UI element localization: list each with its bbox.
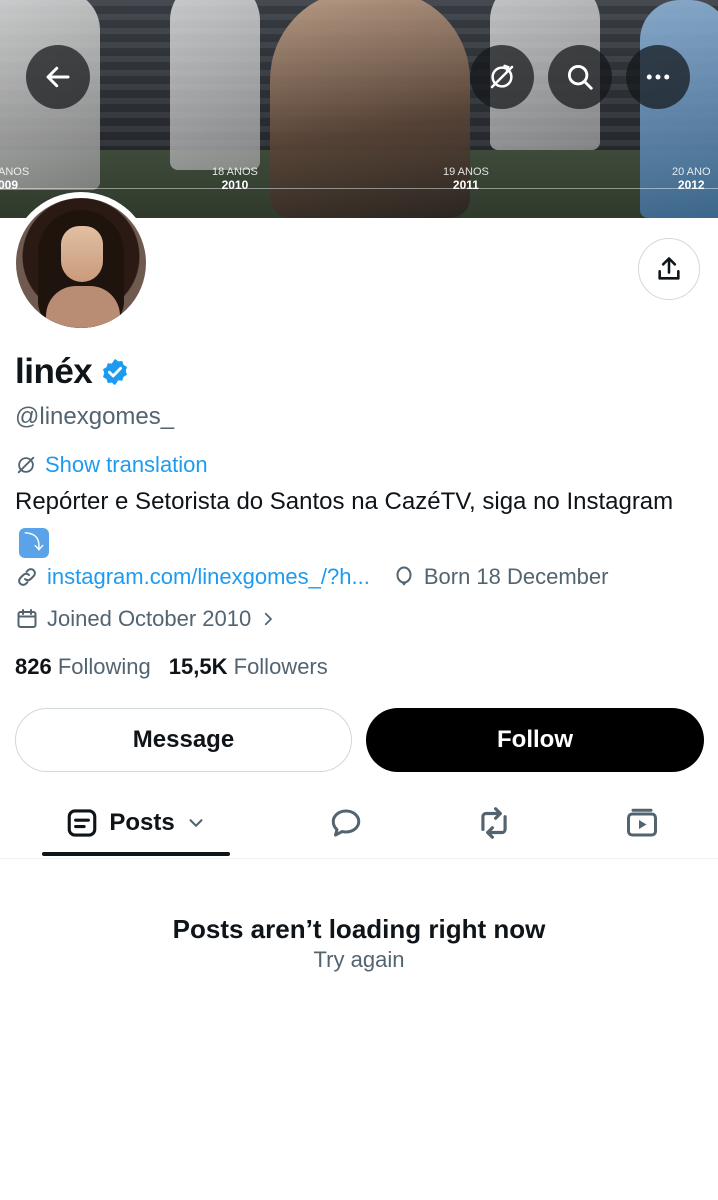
profile-meta-row: instagram.com/linexgomes_/?h... Born 18 … [15, 564, 608, 590]
chevron-down-icon [189, 819, 203, 827]
banner-player-figure [170, 0, 260, 170]
posts-icon [68, 809, 97, 837]
joined-text: Joined October 2010 [47, 606, 252, 631]
banner-year-label: 18 ANOS 2010 [212, 166, 258, 192]
banner-player-figure [270, 0, 470, 218]
following-stat[interactable]: 826 Following [15, 654, 151, 680]
chevron-right-icon [265, 612, 273, 626]
banner-year-text: 2010 [221, 178, 249, 192]
translate-button[interactable] [470, 45, 534, 109]
more-icon [646, 74, 670, 80]
tab-posts-label: Posts [109, 809, 175, 836]
replies-icon [331, 809, 361, 837]
followers-label: Followers [233, 654, 328, 679]
banner-year-label: 19 ANOS 2011 [443, 166, 489, 192]
back-button[interactable] [26, 45, 90, 109]
birthday-text: Born 18 December [423, 564, 609, 589]
tab-media[interactable] [614, 790, 670, 856]
banner-year-text: 2011 [452, 178, 479, 192]
share-button[interactable] [638, 238, 700, 300]
feed-error-title: Posts aren’t loading right now [172, 914, 546, 944]
banner-year-text: 2012 [677, 178, 705, 192]
banner-age-text: 20 ANO [672, 166, 711, 178]
avatar-face [61, 226, 103, 282]
search-icon [567, 64, 593, 90]
following-label: Following [57, 654, 151, 679]
following-count: 826 [15, 654, 52, 679]
banner-year-text: 009 [0, 178, 19, 192]
tab-reposts[interactable] [466, 790, 522, 856]
tab-replies[interactable] [318, 790, 374, 856]
arrow-left-icon [46, 66, 70, 88]
show-translation-label: Show translation [45, 452, 208, 477]
banner-year-label: 20 ANO 2012 [672, 166, 711, 192]
followers-stat[interactable]: 15,5K Followers [169, 654, 328, 680]
profile-name-row: linéx [15, 352, 130, 392]
profile-link[interactable]: instagram.com/linexgomes_/?h... [47, 564, 370, 590]
translate-icon [17, 456, 35, 474]
show-translation-link[interactable]: Show translation [15, 452, 208, 478]
media-icon [627, 808, 657, 837]
more-options-button[interactable] [626, 45, 690, 109]
arrow-down-emoji: ⤵ [19, 528, 49, 558]
message-button[interactable]: Message [15, 708, 352, 772]
avatar[interactable] [10, 192, 152, 334]
link-icon [18, 568, 36, 586]
banner-age-text: 18 ANOS [212, 166, 258, 178]
follow-stats: 826 Following 15,5K Followers [15, 654, 328, 680]
followers-count: 15,5K [168, 654, 228, 679]
profile-bio: Repórter e Setorista do Santos na CazéTV… [15, 484, 705, 558]
joined-row[interactable]: Joined October 2010 [15, 606, 277, 632]
tab-posts[interactable]: Posts [42, 790, 230, 856]
reposts-icon [481, 807, 507, 839]
profile-banner[interactable]: ANOS 009 18 ANOS 2010 19 ANOS 2011 20 AN… [0, 0, 718, 218]
bio-text: Repórter e Setorista do Santos na CazéTV… [15, 488, 674, 515]
share-icon [658, 257, 680, 280]
profile-handle: @linexgomes_ [15, 403, 175, 430]
follow-button[interactable]: Follow [366, 708, 704, 772]
calendar-icon [17, 609, 37, 628]
birthday-info: Born 18 December [392, 564, 609, 590]
banner-timeline [0, 188, 718, 189]
active-tab-indicator [42, 852, 230, 856]
banner-age-text: 19 ANOS [443, 166, 489, 178]
banner-year-label: ANOS 009 [0, 166, 29, 192]
profile-tabs: Posts [0, 790, 718, 859]
search-button[interactable] [548, 45, 612, 109]
try-again-link[interactable]: Try again [0, 947, 718, 973]
avatar-body [46, 286, 120, 328]
avatar-photo [16, 198, 146, 328]
balloon-icon [396, 566, 412, 586]
verified-badge-icon[interactable] [100, 357, 130, 387]
translate-icon [490, 64, 514, 89]
display-name: linéx [15, 352, 93, 391]
banner-age-text: ANOS [0, 166, 30, 178]
